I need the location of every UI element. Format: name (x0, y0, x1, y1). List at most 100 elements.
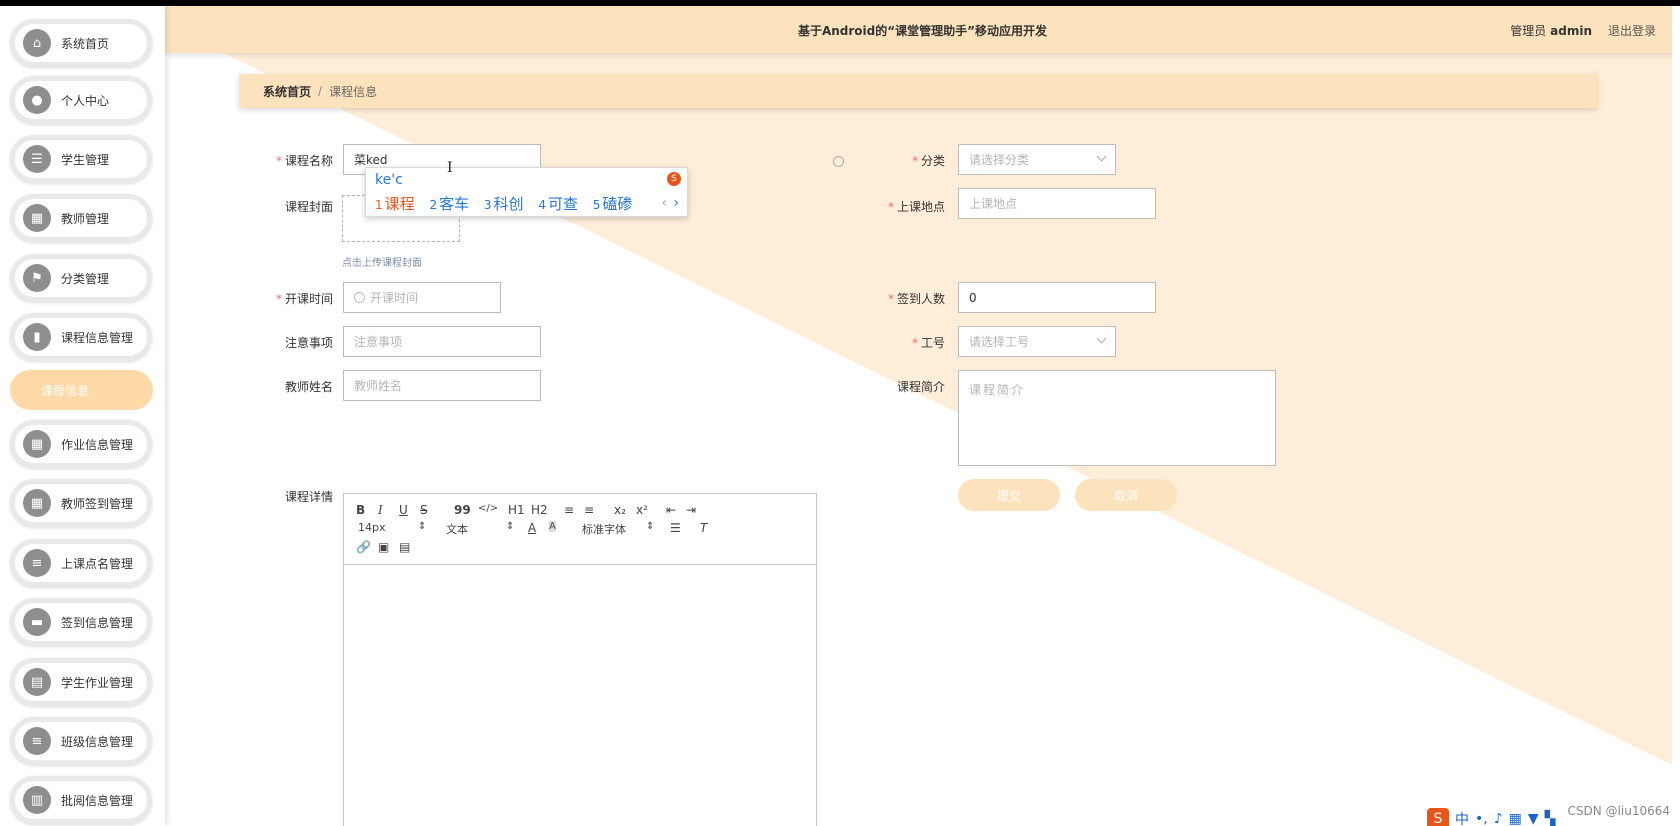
bold-button[interactable]: B (356, 503, 365, 517)
sidebar-item-label: 个人中心 (61, 93, 110, 108)
sidebar-item-class-info[interactable]: ≡ 班级信息管理 (10, 717, 152, 765)
label-text: 签到人数 (896, 292, 945, 306)
chevron-down-icon (1096, 333, 1107, 344)
h1-button[interactable]: H1 (508, 503, 525, 517)
top-header: 基于Android的“课堂管理助手”移动应用开发 管理员 admin 退出登录 (165, 6, 1680, 53)
clear-circle-icon[interactable] (833, 156, 844, 167)
list-icon: ≡ (23, 549, 51, 577)
sidebar-item-signin-info[interactable]: ▬ 签到信息管理 (10, 598, 152, 646)
sidebar-item-label: 作业信息管理 (61, 437, 134, 452)
chevron-updown-icon: ⇕ (506, 521, 515, 532)
ime-prev-page-icon[interactable]: ‹ (661, 195, 667, 211)
subscript-button[interactable]: x₂ (614, 503, 626, 517)
candidate-text: 客车 (439, 195, 470, 213)
align-icon[interactable]: ☰ (670, 521, 681, 535)
microphone-icon[interactable]: ♪ (1494, 811, 1503, 826)
video-icon[interactable]: ▤ (399, 540, 410, 554)
breadcrumb-home[interactable]: 系统首页 (263, 83, 311, 100)
label-text: 分类 (920, 154, 945, 168)
ime-logo-icon: S (667, 172, 681, 186)
ime-candidate[interactable]: 3 科创 (484, 195, 524, 213)
label-signin-count: * 签到人数 (855, 290, 945, 307)
label-course-name: * 课程名称 (253, 152, 333, 169)
sidebar-subitem-course-info[interactable]: 课程信息 (10, 370, 153, 410)
notes-input[interactable]: 注意事项 (343, 326, 541, 357)
punctuation-icon[interactable]: •, (1475, 811, 1488, 826)
bullet-list-button[interactable]: ≡ (584, 503, 594, 517)
scrollbar[interactable] (1672, 6, 1680, 826)
chinese-mode-icon[interactable]: 中 (1455, 809, 1469, 826)
sidebar-item-teachers[interactable]: ▦ 教师管理 (10, 194, 152, 242)
label-intro: 课程简介 (896, 380, 945, 394)
grid-icon: ▦ (23, 489, 51, 517)
label-details: 课程详情 (284, 490, 333, 504)
job-no-select[interactable]: 请选择工号 (958, 326, 1116, 357)
superscript-button[interactable]: x² (636, 503, 648, 517)
background-color-icon[interactable]: A (549, 521, 556, 532)
breadcrumb-separator: / (318, 84, 323, 98)
sidebar-item-review-info[interactable]: ▥ 批阅信息管理 (10, 776, 152, 824)
outdent-button[interactable]: ⇤ (666, 503, 676, 517)
underline-button[interactable]: U (399, 503, 408, 517)
candidate-number: 2 (429, 198, 438, 212)
sidebar-item-students[interactable]: ☰ 学生管理 (10, 135, 152, 183)
label-text: 上课地点 (896, 200, 945, 214)
breadcrumb-current: 课程信息 (329, 84, 378, 99)
code-button[interactable]: </> (478, 503, 498, 514)
flag-icon: ⚑ (23, 264, 51, 292)
ime-next-page-icon[interactable]: › (673, 195, 679, 211)
sidebar-item-label: 教师签到管理 (61, 496, 134, 511)
category-select[interactable]: 请选择分类 (958, 144, 1116, 175)
text-cursor-icon: I (447, 160, 453, 176)
h2-button[interactable]: H2 (531, 503, 548, 517)
teacher-name-input[interactable]: 教师姓名 (343, 370, 541, 401)
skin-icon[interactable]: ▼ (1528, 811, 1539, 826)
required-mark: * (911, 336, 918, 350)
image-icon[interactable]: ▣ (378, 540, 389, 554)
sidebar-item-home[interactable]: ⌂ 系统首页 (10, 19, 152, 67)
text-style-select[interactable]: 文本 (446, 521, 468, 537)
sidebar-item-student-homework[interactable]: ▤ 学生作业管理 (10, 658, 152, 706)
quote-button[interactable]: 99 (454, 503, 471, 517)
sidebar-item-profile[interactable]: ● 个人中心 (10, 76, 152, 124)
sidebar-item-label: 上课点名管理 (61, 556, 134, 571)
intro-textarea[interactable]: 课程简介 (958, 370, 1276, 466)
candidate-number: 1 (375, 198, 383, 212)
ime-candidate[interactable]: 5 磕碜 (593, 195, 633, 213)
ime-candidate[interactable]: 4 可查 (538, 195, 578, 213)
ime-candidate[interactable]: 1 课程 (375, 195, 415, 213)
font-size-select[interactable]: 14px (358, 521, 386, 534)
strike-button[interactable]: S (420, 503, 428, 517)
link-icon[interactable]: 🔗 (356, 540, 371, 554)
sidebar-item-label: 班级信息管理 (61, 734, 134, 749)
label-cover: 课程封面 (284, 200, 333, 214)
toolbox-icon[interactable]: ▚ (1545, 811, 1556, 826)
font-family-select[interactable]: 标准字体 (582, 521, 626, 537)
sidebar-item-teacher-signin[interactable]: ▦ 教师签到管理 (10, 479, 152, 527)
ime-pinyin: ke'c (375, 172, 403, 188)
indent-button[interactable]: ⇥ (686, 503, 696, 517)
sidebar-item-course-info[interactable]: ▮ 课程信息管理 (10, 313, 152, 361)
category-placeholder: 请选择分类 (969, 153, 1030, 167)
clear-format-icon[interactable]: T (700, 521, 707, 535)
ordered-list-button[interactable]: ≡ (564, 503, 574, 517)
sogou-ime-icon[interactable]: S (1427, 808, 1449, 826)
ime-candidate[interactable]: 2 客车 (429, 195, 469, 213)
job-no-placeholder: 请选择工号 (969, 335, 1030, 349)
submit-button[interactable]: 提交 (958, 479, 1060, 511)
bar-chart-icon: ▮ (23, 323, 51, 351)
cover-upload-hint[interactable]: 点击上传课程封面 (342, 254, 422, 269)
logout-link[interactable]: 退出登录 (1608, 22, 1656, 39)
keyboard-icon[interactable]: ▦ (1509, 811, 1522, 826)
font-color-icon[interactable]: A (528, 521, 536, 535)
signin-count-input[interactable]: 0 (958, 282, 1156, 313)
sidebar-item-categories[interactable]: ⚑ 分类管理 (10, 254, 152, 302)
sidebar-item-homework[interactable]: ▦ 作业信息管理 (10, 420, 152, 468)
italic-button[interactable]: I (378, 503, 383, 517)
location-input[interactable]: 上课地点 (958, 188, 1156, 219)
sidebar-item-rollcall[interactable]: ≡ 上课点名管理 (10, 539, 152, 587)
cancel-button[interactable]: 取消 (1075, 479, 1177, 511)
start-time-picker[interactable]: 开课时间 (343, 282, 501, 313)
sidebar-item-label: 学生管理 (61, 152, 110, 167)
rich-text-editor[interactable]: B I U S 99 </> H1 H2 ≡ ≡ x₂ x² ⇤ ⇥ 14px … (343, 493, 817, 826)
